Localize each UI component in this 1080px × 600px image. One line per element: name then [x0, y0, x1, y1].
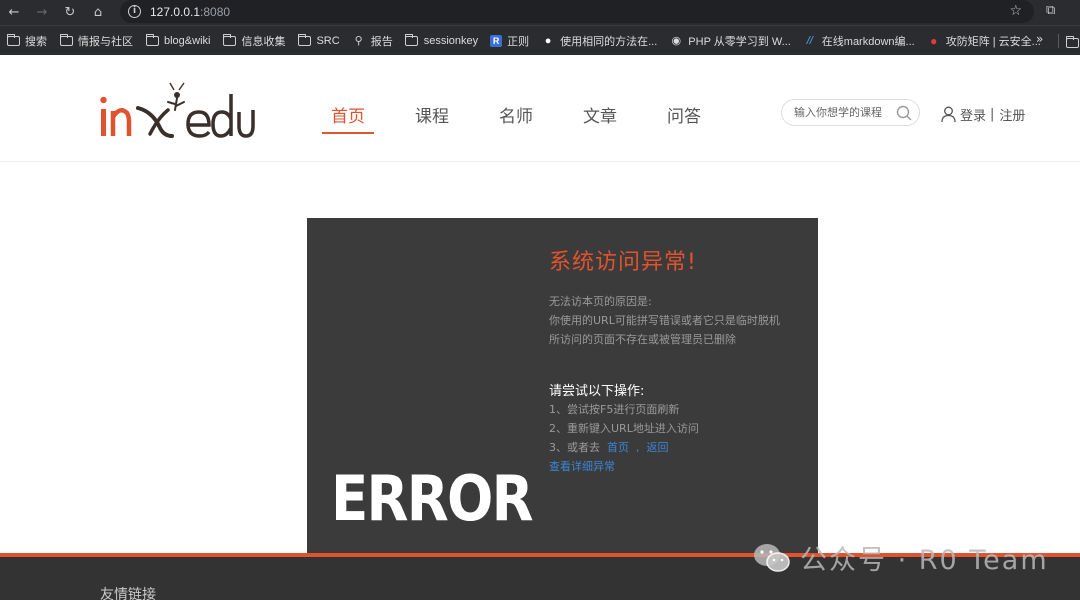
wechat-icon	[754, 543, 790, 572]
back-icon[interactable]: ←	[0, 0, 28, 25]
bookmark-item[interactable]: ◉ PHP 从零学习到 W...	[669, 30, 796, 52]
nav-teachers[interactable]: 名师	[490, 102, 542, 134]
r-icon: R	[490, 34, 503, 47]
search-input[interactable]	[794, 106, 890, 119]
folder-icon	[59, 33, 73, 46]
site-header: 首页 课程 名师 文章 问答 登录 | 注册	[0, 56, 1080, 162]
reason-title: 无法访本页的原因是:	[549, 295, 652, 308]
all-bookmarks-folder-icon[interactable]	[1066, 33, 1079, 52]
bookmarks-divider	[1058, 34, 1059, 48]
forward-icon[interactable]: →	[28, 0, 56, 25]
error-panel: 系统访问异常! 无法访本页的原因是: 你使用的URL可能拼写错误或者它只是临时脱…	[307, 218, 818, 556]
bookmark-item[interactable]: //在线markdown编...	[803, 30, 921, 52]
step-item: 3、或者去 首页 , 返回	[549, 438, 699, 457]
nav-articles[interactable]: 文章	[574, 102, 626, 134]
bookmarks-more-icon[interactable]: »	[1036, 32, 1043, 46]
address-bar[interactable]: i 127.0.0.1:8080 ☆	[120, 0, 1034, 23]
bookmark-item[interactable]: ⚲ 报告	[352, 30, 399, 52]
bookmark-item[interactable]: R 正则	[490, 30, 535, 52]
bookmarks-bar: 搜索 情报与社区 blog&wiki 信息收集 SRC ⚲ 报告 sessionk…	[0, 25, 1080, 55]
wechat-watermark: 公众号 · R0 Team	[752, 538, 1049, 577]
reload-icon[interactable]: ↻	[56, 0, 84, 25]
folder-icon	[222, 33, 236, 46]
try-title: 请尝试以下操作:	[549, 384, 645, 399]
step-3-prefix: 3、或者去	[549, 441, 600, 454]
home-icon[interactable]: ⌂	[84, 0, 112, 25]
browser-toolbar: ← → ↻ ⌂ i 127.0.0.1:8080 ☆ ⧉	[0, 0, 1080, 25]
bookmark-item[interactable]: ● 使用相同的方法在...	[541, 30, 663, 52]
user-icon	[941, 106, 956, 123]
markdown-icon: //	[806, 34, 813, 47]
auth-links: 登录 | 注册	[941, 105, 1025, 124]
reason-item: 你使用的URL可能拼写错误或者它只是临时脱机	[549, 314, 780, 327]
folder-icon	[405, 33, 419, 46]
step-3-comma: ,	[636, 441, 640, 454]
bookmark-item[interactable]: 信息收集	[222, 30, 291, 52]
bookmark-item[interactable]: ● 攻防矩阵 | 云安全...	[927, 30, 1047, 52]
url-port: :8080	[200, 4, 231, 19]
nav-home[interactable]: 首页	[322, 102, 374, 134]
bookmark-star-icon[interactable]: ☆	[1009, 3, 1022, 19]
register-link[interactable]: 注册	[999, 105, 1025, 124]
main-nav: 首页 课程 名师 文章 问答	[322, 102, 742, 134]
auth-separator: |	[990, 107, 995, 122]
error-steps: 1、尝试按F5进行页面刷新 2、重新键入URL地址进入访问 3、或者去 首页 ,…	[549, 400, 699, 457]
extensions-icon[interactable]: ⧉	[1046, 3, 1055, 18]
step-item: 2、重新键入URL地址进入访问	[549, 422, 699, 435]
login-link[interactable]: 登录	[960, 105, 986, 124]
error-title: 系统访问异常!	[549, 250, 697, 275]
home-link[interactable]: 首页	[607, 441, 629, 454]
fire-icon: ●	[544, 34, 552, 47]
step-item: 1、尝试按F5进行页面刷新	[549, 403, 680, 416]
search-icon[interactable]	[895, 104, 913, 122]
bookmark-item[interactable]: SRC	[297, 30, 345, 52]
github-icon: ◉	[671, 35, 682, 47]
back-link[interactable]: 返回	[647, 441, 669, 454]
reason-item: 所访问的页面不存在或被管理员已删除	[549, 333, 736, 346]
error-detail-link[interactable]: 查看详细异常	[549, 458, 615, 474]
watermark-text: 公众号 · R0 Team	[800, 545, 1049, 576]
bookmark-item[interactable]: sessionkey	[405, 30, 484, 52]
nav-courses[interactable]: 课程	[406, 102, 458, 134]
folder-icon	[145, 33, 159, 46]
site-info-icon[interactable]: i	[128, 5, 141, 18]
course-search	[781, 99, 920, 126]
url-host: 127.0.0.1	[150, 4, 201, 19]
bookmark-item[interactable]: blog&wiki	[145, 30, 216, 52]
folder-icon	[297, 33, 311, 46]
bookmark-item[interactable]: 搜索	[6, 30, 53, 52]
folder-icon	[6, 33, 20, 46]
error-reasons: 无法访本页的原因是: 你使用的URL可能拼写错误或者它只是临时脱机 所访问的页面…	[549, 292, 780, 349]
error-big-text: ERROR	[331, 462, 534, 535]
friend-links-title: 友情链接	[100, 587, 156, 600]
pin-icon: ⚲	[354, 35, 363, 47]
inxedu-logo[interactable]	[98, 82, 258, 142]
red-icon: ●	[930, 33, 938, 48]
nav-qa[interactable]: 问答	[658, 102, 710, 134]
bookmark-item[interactable]: 情报与社区	[59, 30, 139, 52]
